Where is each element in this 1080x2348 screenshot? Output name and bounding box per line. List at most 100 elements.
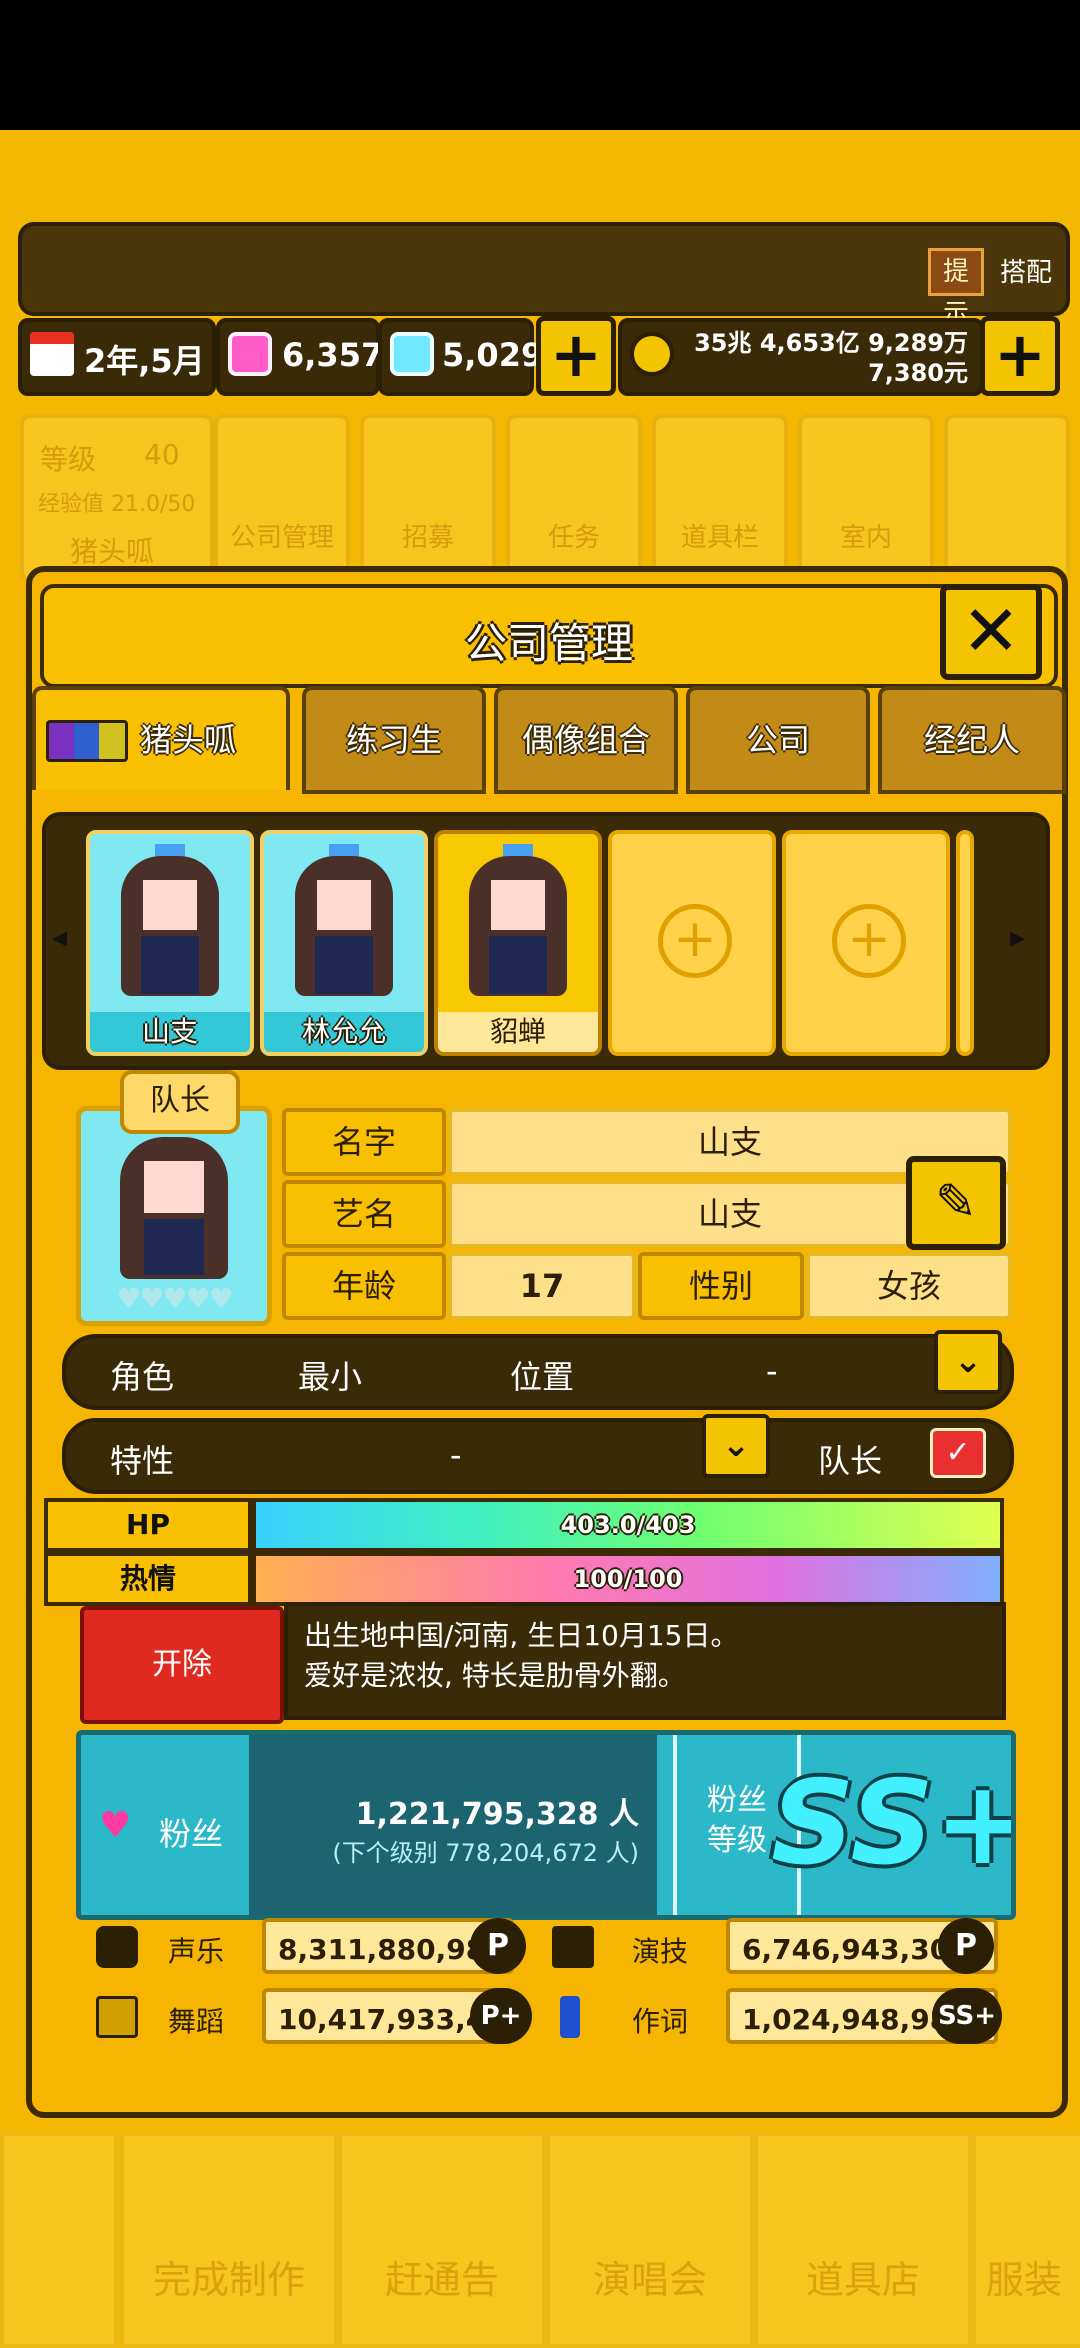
gender-value: 女孩	[806, 1252, 1012, 1320]
age-label: 年龄	[282, 1252, 446, 1320]
member-card[interactable]: 山支	[86, 830, 254, 1056]
blue-diamond-box: 5,029	[378, 318, 543, 396]
bg-player-name: 猪头呱	[70, 535, 155, 568]
hint-label[interactable]: 搭配	[1000, 252, 1052, 289]
bg-menu-tasks-label: 任务	[547, 523, 600, 553]
pink-gem-box: 6,357	[216, 318, 383, 396]
bottom-nav-item[interactable]: 演唱会	[546, 2132, 754, 2348]
fire-member-button[interactable]: 开除	[80, 1606, 284, 1724]
fans-count: 1,221,795,328 人	[355, 1797, 639, 1832]
bottom-nav-label: 演唱会	[592, 2258, 707, 2302]
name-label: 名字	[282, 1108, 446, 1176]
hp-bar: 403.0/403	[252, 1498, 1004, 1552]
bio-line-2: 爱好是浓妆, 特长是肋骨外翻。	[304, 1659, 686, 1692]
status-bar	[0, 0, 1080, 130]
add-member-icon: +	[658, 904, 732, 978]
role-label: 角色	[110, 1358, 175, 1396]
skill-grade: P+	[470, 1988, 532, 2044]
member-card[interactable]: 林允允	[260, 830, 428, 1056]
coin-box: 35兆 4,653亿 9,289万 7,380元	[618, 318, 984, 396]
dance-shoe-icon	[96, 1996, 138, 2038]
trait-dropdown-button[interactable]: ⌄	[702, 1414, 770, 1478]
bio-line-1: 出生地中国/河南, 生日10月15日。	[304, 1619, 739, 1652]
skill-name: 作词	[632, 2005, 689, 2038]
trait-value: -	[450, 1436, 462, 1474]
bottom-nav-item[interactable]: 道具店	[754, 2132, 972, 2348]
leader-label: 队长	[818, 1442, 883, 1480]
hint-icon[interactable]: 提示	[928, 248, 984, 329]
skill-name: 演技	[632, 1935, 689, 1968]
close-button[interactable]: ✕	[940, 584, 1042, 680]
trait-bar: 特性 - 队长	[62, 1418, 1014, 1494]
add-gems-button[interactable]: +	[536, 316, 616, 396]
calendar-date-box: 2年,5月	[18, 318, 216, 396]
scroll-left-icon[interactable]: ◂	[52, 920, 67, 955]
tab-trainee[interactable]: 练习生	[302, 686, 486, 794]
edit-name-button[interactable]: ✎	[906, 1156, 1006, 1250]
pen-icon	[560, 1996, 580, 2038]
member-name: 貂蝉	[438, 1012, 598, 1052]
modal-title-bar: 公司管理 ✕	[40, 584, 1058, 688]
tab-player-label: 猪头呱	[140, 721, 237, 759]
leader-check-icon[interactable]: ✓	[930, 1428, 986, 1478]
empty-member-slot[interactable]: +	[608, 830, 776, 1056]
member-bio: 出生地中国/河南, 生日10月15日。 爱好是浓妆, 特长是肋骨外翻。	[284, 1602, 1006, 1720]
bottom-nav-item[interactable]: 服装	[972, 2132, 1080, 2348]
member-name: 山支	[90, 1012, 250, 1052]
empty-member-slot[interactable]: +	[782, 830, 950, 1056]
fans-next-level: (下个级别 778,204,672 人)	[332, 1839, 639, 1867]
bottom-nav-item[interactable]: 赶通告	[338, 2132, 546, 2348]
idol-avatar	[289, 844, 399, 1004]
tab-company[interactable]: 公司	[686, 686, 870, 794]
fans-count-box: 1,221,795,328 人 (下个级别 778,204,672 人)	[249, 1735, 657, 1915]
bottom-nav-left	[0, 2132, 118, 2348]
fans-grade-badge: SS+	[771, 1756, 1016, 1891]
bg-menu-interior: 室内	[798, 414, 934, 582]
coin-value-line2: 7,380元	[868, 359, 968, 387]
bottom-nav-item[interactable]: 完成制作	[120, 2132, 338, 2348]
bottom-nav-label: 服装	[986, 2258, 1063, 2302]
member-carousel: ◂ 山支 林允允 貂蝉 + + ▸	[42, 812, 1050, 1070]
idol-avatar	[114, 1133, 234, 1283]
pink-gem-icon	[228, 332, 272, 376]
tab-idol-group[interactable]: 偶像组合	[494, 686, 678, 794]
add-member-icon: +	[832, 904, 906, 978]
bg-menu-extra	[944, 414, 1070, 582]
coin-icon	[630, 332, 674, 376]
skill-grade: SS+	[932, 1988, 1002, 2044]
bg-level-label: 等级	[40, 443, 97, 476]
fans-label: 粉丝	[159, 1815, 224, 1853]
member-name: 林允允	[264, 1012, 424, 1052]
bg-menu-interior-label: 室内	[839, 523, 892, 553]
position-value: -	[766, 1352, 778, 1390]
tab-agent[interactable]: 经纪人	[878, 686, 1066, 794]
tab-player[interactable]: 猪头呱	[32, 686, 290, 790]
passion-bar: 100/100	[252, 1552, 1004, 1606]
add-coins-button[interactable]: +	[980, 316, 1060, 396]
skill-grade: P	[938, 1918, 994, 1974]
position-dropdown-button[interactable]: ⌄	[934, 1330, 1002, 1394]
top-header-bar: 提示 搭配	[18, 222, 1070, 329]
scroll-right-icon[interactable]: ▸	[1010, 920, 1025, 955]
hp-label: HP	[44, 1498, 252, 1552]
captain-tag: 队长	[120, 1070, 240, 1134]
trait-label: 特性	[110, 1442, 175, 1480]
bg-menu-tasks: 任务	[506, 414, 642, 582]
passion-label: 热情	[44, 1552, 252, 1606]
group-icon	[46, 720, 128, 762]
idol-avatar	[115, 844, 225, 1004]
role-position-bar: 角色 最小 位置 -	[62, 1334, 1014, 1410]
bottom-nav-label: 赶通告	[384, 2258, 499, 2302]
bg-menu-items: 道具栏	[652, 414, 788, 582]
bottom-nav-label: 完成制作	[152, 2258, 305, 2302]
member-card[interactable]: 貂蝉	[434, 830, 602, 1056]
fans-panel: ♥ 粉丝 1,221,795,328 人 (下个级别 778,204,672 人…	[76, 1730, 1016, 1920]
calendar-icon	[30, 332, 74, 376]
bg-menu-items-label: 道具栏	[680, 523, 759, 553]
bg-menu-recruit: 招募	[360, 414, 496, 582]
skill-row: 声乐 8,311,880,980 P 演技 6,746,943,305 P	[76, 1918, 1006, 1980]
bg-level-panel: 等级 40 经验值 21.0/50 猪头呱	[20, 414, 214, 582]
position-label: 位置	[510, 1358, 575, 1396]
empty-member-slot[interactable]	[956, 830, 974, 1056]
member-portrait: ♥♥♥♥♥	[76, 1106, 272, 1326]
